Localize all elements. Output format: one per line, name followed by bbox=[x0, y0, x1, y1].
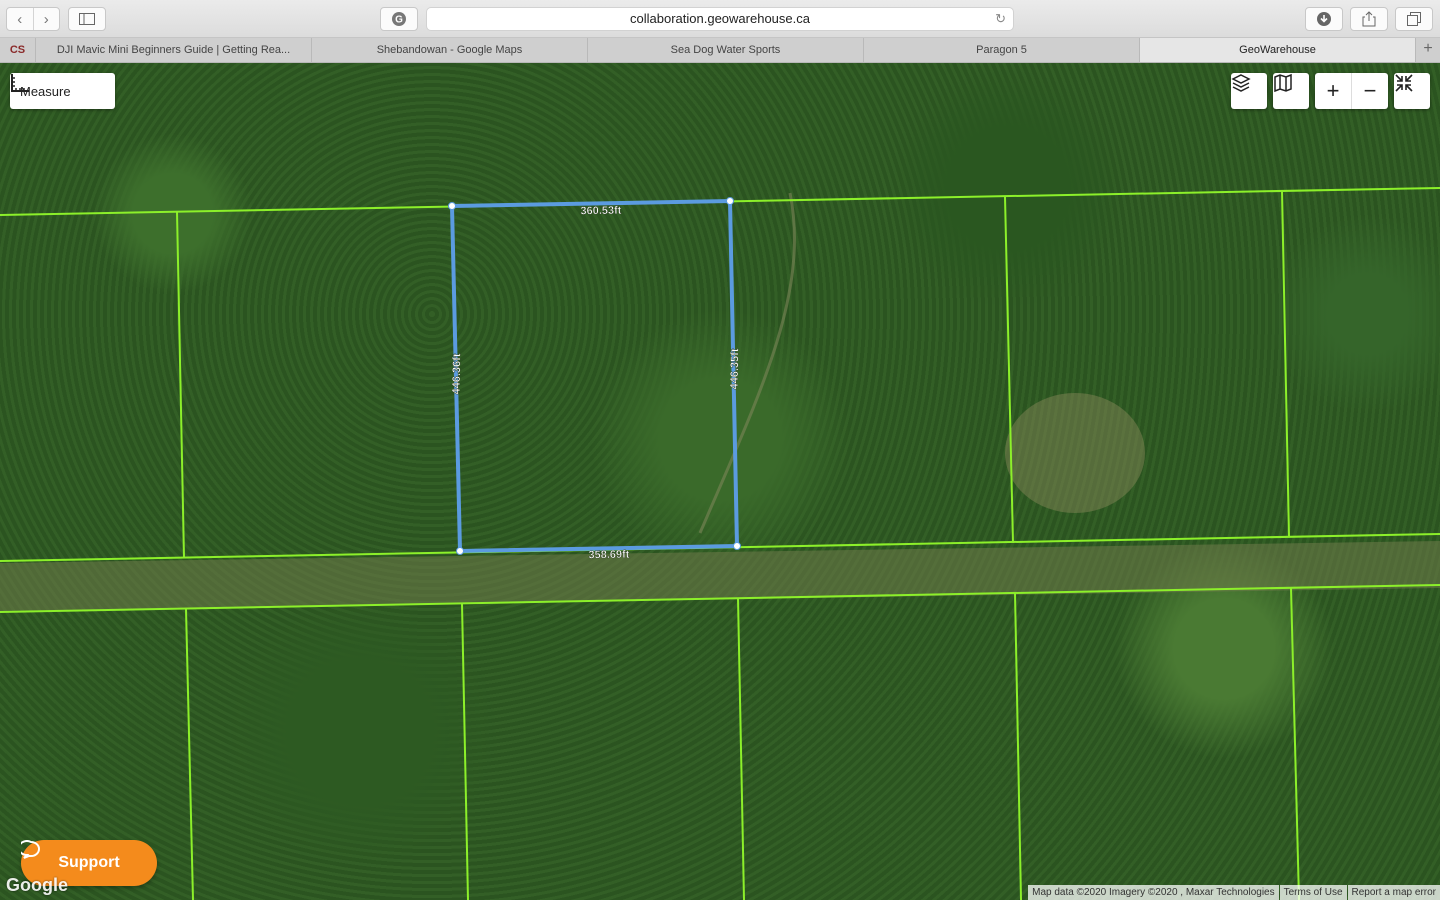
parcel-line bbox=[1004, 196, 1014, 544]
measure-label-top: 360.53ft bbox=[580, 205, 622, 218]
zoom-out-icon[interactable]: − bbox=[1351, 73, 1388, 109]
forward-icon[interactable]: › bbox=[32, 8, 60, 30]
tab-google-maps[interactable]: Shebandowan - Google Maps bbox=[312, 38, 588, 62]
nav-buttons: ‹ › bbox=[6, 7, 60, 31]
tab-paragon[interactable]: Paragon 5 bbox=[864, 38, 1140, 62]
measure-label-bottom: 358.69ft bbox=[588, 549, 630, 562]
map-data-attribution: Map data ©2020 Imagery ©2020 , Maxar Tec… bbox=[1028, 885, 1279, 900]
address-bar[interactable]: collaboration.geowarehouse.ca ↻ bbox=[426, 7, 1014, 31]
grammarly-extension-icon[interactable]: G bbox=[380, 7, 418, 31]
report-error-link[interactable]: Report a map error bbox=[1347, 885, 1440, 900]
measure-label-left: 446.36ft bbox=[451, 353, 464, 395]
tab-dji-guide[interactable]: DJI Mavic Mini Beginners Guide | Getting… bbox=[36, 38, 312, 62]
svg-text:G: G bbox=[395, 15, 403, 26]
vertex-handle[interactable] bbox=[726, 197, 734, 205]
measure-polygon[interactable] bbox=[449, 198, 740, 554]
measure-button[interactable]: Measure bbox=[10, 73, 115, 109]
download-icon[interactable] bbox=[1305, 7, 1343, 31]
collapse-icon bbox=[1395, 74, 1413, 92]
parcel-line bbox=[461, 603, 469, 900]
layers-icon bbox=[1231, 74, 1251, 92]
measure-vertices bbox=[448, 197, 741, 555]
map-attribution: Map data ©2020 Imagery ©2020 , Maxar Tec… bbox=[1028, 885, 1440, 900]
tab-sea-dog[interactable]: Sea Dog Water Sports bbox=[588, 38, 864, 62]
zoom-controls: + − bbox=[1315, 73, 1388, 109]
parcel-line bbox=[737, 597, 745, 900]
parcel-line bbox=[185, 608, 194, 900]
parcel-line bbox=[1014, 592, 1022, 900]
google-logo: Google bbox=[6, 875, 68, 895]
tab-geowarehouse[interactable]: GeoWarehouse bbox=[1140, 38, 1416, 62]
parcel-line bbox=[1281, 190, 1290, 538]
tabs-overview-icon[interactable] bbox=[1395, 7, 1433, 31]
url-text: collaboration.geowarehouse.ca bbox=[630, 11, 810, 26]
new-tab-icon[interactable]: + bbox=[1416, 38, 1440, 62]
map-icon bbox=[1274, 73, 1292, 93]
exit-fullscreen-button[interactable] bbox=[1394, 73, 1430, 109]
measure-label-right: 446.35ft bbox=[729, 348, 742, 390]
parcel-line bbox=[1290, 587, 1300, 900]
clearing bbox=[1005, 393, 1145, 513]
vertex-handle[interactable] bbox=[448, 202, 456, 210]
vertex-handle[interactable] bbox=[733, 542, 741, 550]
sidebar-toggle-icon[interactable] bbox=[68, 7, 106, 31]
tab-favicon[interactable]: CS bbox=[0, 38, 36, 62]
back-icon[interactable]: ‹ bbox=[7, 8, 33, 30]
tab-bar: CS DJI Mavic Mini Beginners Guide | Gett… bbox=[0, 38, 1440, 63]
parcel-lines bbox=[0, 187, 1440, 900]
dirt-road bbox=[0, 541, 1440, 611]
parcel-line bbox=[176, 211, 185, 559]
ruler-icon bbox=[11, 74, 29, 92]
map-overlay: 360.53ft 358.69ft 446.36ft 446.35ft bbox=[0, 187, 1440, 900]
satellite-map[interactable]: 360.53ft 358.69ft 446.36ft 446.35ft Meas… bbox=[0, 63, 1440, 900]
support-label: Support bbox=[58, 854, 120, 871]
measure-labels: 360.53ft 358.69ft 446.36ft 446.35ft bbox=[450, 204, 742, 562]
reload-icon[interactable]: ↻ bbox=[995, 8, 1006, 30]
basemap-button[interactable] bbox=[1273, 73, 1309, 109]
trail bbox=[698, 192, 796, 534]
zoom-in-icon[interactable]: + bbox=[1315, 73, 1351, 109]
vertex-handle[interactable] bbox=[456, 547, 464, 555]
browser-toolbar: ‹ › G collaboration.geowarehouse.ca ↻ bbox=[0, 0, 1440, 38]
layers-button[interactable] bbox=[1231, 73, 1267, 109]
chat-icon bbox=[21, 840, 40, 859]
share-icon[interactable] bbox=[1350, 7, 1388, 31]
terms-link[interactable]: Terms of Use bbox=[1279, 885, 1347, 900]
